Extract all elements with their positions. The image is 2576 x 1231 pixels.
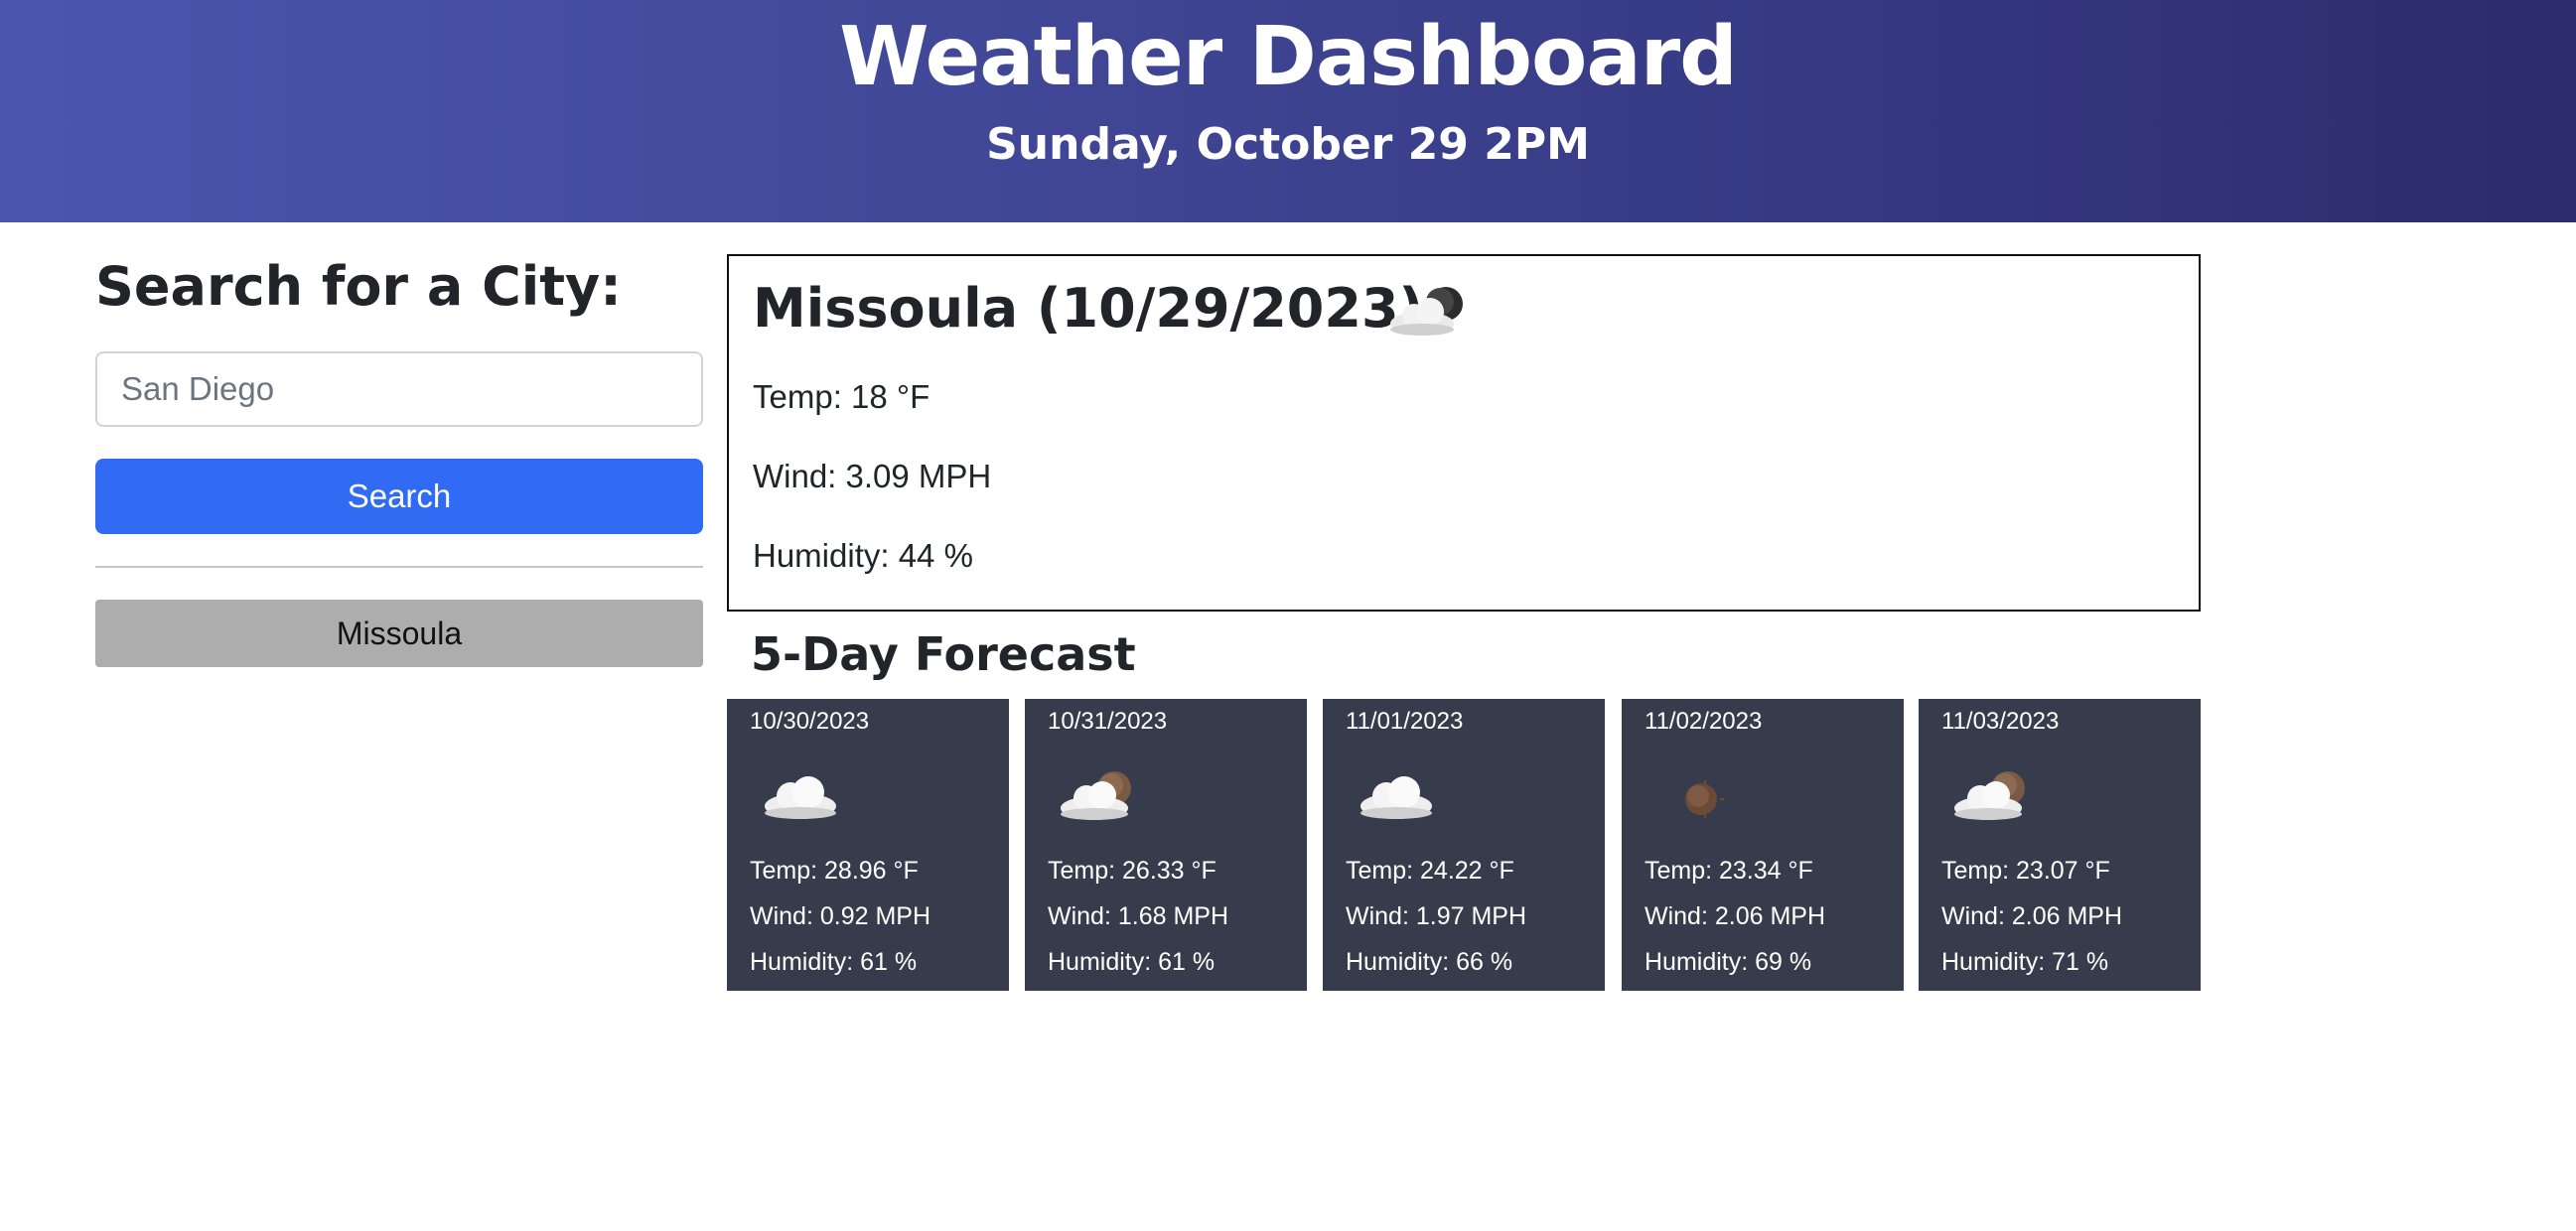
current-wind: Wind: 3.09 MPH xyxy=(753,458,992,494)
forecast-card: 10/31/2023 Temp: 26.33 °F Wind: 1.68 MPH… xyxy=(1025,699,1307,991)
forecast-wind: Wind: 0.92 MPH xyxy=(750,902,931,930)
forecast-humidity: Humidity: 66 % xyxy=(1346,948,1513,976)
forecast-date: 10/30/2023 xyxy=(750,708,870,735)
forecast-humidity: Humidity: 69 % xyxy=(1645,948,1812,976)
forecast-temp: Temp: 23.07 °F xyxy=(1941,857,2110,885)
current-weather-card: Missoula (10/29/2023) Temp: 18 °F Wind: … xyxy=(727,254,2201,612)
search-heading: Search for a City: xyxy=(95,255,622,318)
current-temp: Temp: 18 °F xyxy=(753,378,930,415)
forecast-wind: Wind: 1.97 MPH xyxy=(1346,902,1527,930)
forecast-card: 11/02/2023 Temp: 23.34 °F Wind: 2.06 MPH… xyxy=(1622,699,1904,991)
forecast-wind: Wind: 2.06 MPH xyxy=(1645,902,1826,930)
city-search-input[interactable] xyxy=(95,351,703,427)
forecast-humidity: Humidity: 61 % xyxy=(1048,948,1216,976)
forecast-card: 11/01/2023 Temp: 24.22 °F Wind: 1.97 MPH… xyxy=(1323,699,1605,991)
forecast-temp: Temp: 28.96 °F xyxy=(750,857,919,885)
forecast-temp: Temp: 24.22 °F xyxy=(1346,857,1514,885)
forecast-humidity: Humidity: 71 % xyxy=(1941,948,2109,976)
forecast-humidity: Humidity: 61 % xyxy=(750,948,918,976)
forecast-temp: Temp: 23.34 °F xyxy=(1645,857,1813,885)
current-humidity: Humidity: 44 % xyxy=(753,537,973,574)
forecast-wind: Wind: 2.06 MPH xyxy=(1941,902,2123,930)
forecast-card: 10/30/2023 Temp: 28.96 °F Wind: 0.92 MPH… xyxy=(727,699,1009,991)
cloud-icon xyxy=(759,758,848,828)
forecast-date: 11/02/2023 xyxy=(1645,708,1763,735)
history-button-missoula[interactable]: Missoula xyxy=(95,600,703,667)
forecast-date: 11/01/2023 xyxy=(1346,708,1464,735)
cloud-sun-icon xyxy=(1950,758,2040,828)
search-button[interactable]: Search xyxy=(95,459,703,534)
sun-icon xyxy=(1653,758,1743,828)
forecast-date: 11/03/2023 xyxy=(1941,708,2060,735)
forecast-wind: Wind: 1.68 MPH xyxy=(1048,902,1229,930)
cloud-icon xyxy=(1355,758,1444,828)
page-title: Weather Dashboard xyxy=(839,10,1738,104)
header-banner: Weather Dashboard Sunday, October 29 2PM xyxy=(0,0,2576,222)
forecast-temp: Temp: 26.33 °F xyxy=(1048,857,1216,885)
current-datetime: Sunday, October 29 2PM xyxy=(986,119,1590,170)
forecast-card: 11/03/2023 Temp: 23.07 °F Wind: 2.06 MPH… xyxy=(1919,699,2201,991)
divider xyxy=(95,566,703,568)
few-clouds-icon xyxy=(1386,274,1478,345)
cloud-sun-icon xyxy=(1057,758,1146,828)
current-city-title: Missoula (10/29/2023) xyxy=(753,277,1424,340)
forecast-heading: 5-Day Forecast xyxy=(751,627,1136,681)
search-panel: Search for a City: Search Missoula xyxy=(95,248,703,667)
forecast-date: 10/31/2023 xyxy=(1048,708,1168,735)
